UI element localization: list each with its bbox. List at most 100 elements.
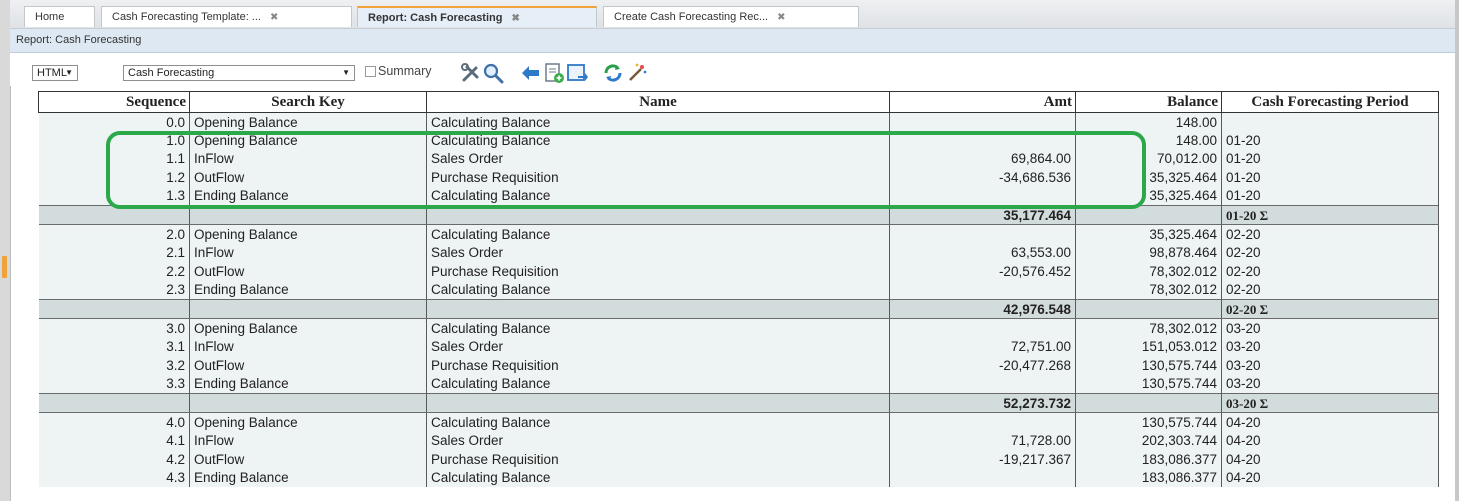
checkbox-box[interactable] bbox=[365, 66, 376, 78]
report-view-select[interactable]: Cash Forecasting ▼ bbox=[123, 65, 355, 81]
refresh-icon[interactable] bbox=[602, 62, 624, 84]
table-cell: 130,575.744 bbox=[1075, 356, 1222, 375]
table-cell: 4.2 bbox=[38, 450, 190, 469]
table-cell: 148.00 bbox=[1075, 112, 1222, 132]
table-cell: Sales Order bbox=[426, 337, 890, 357]
tab-bar: Home Cash Forecasting Template: ... ✖ Re… bbox=[10, 0, 1455, 29]
table-row[interactable]: 1.3 Ending Balance Calculating Balance 35,3… bbox=[38, 186, 1439, 206]
table-cell: Sales Order bbox=[426, 149, 890, 169]
column-header-balance[interactable]: Balance bbox=[1075, 91, 1222, 113]
back-arrow-icon[interactable] bbox=[520, 62, 542, 84]
table-cell: 1.2 bbox=[38, 168, 190, 187]
table-row[interactable]: 2.2 OutFlow Purchase Requisition -20,576.45… bbox=[38, 262, 1439, 281]
table-cell: 52,273.732 bbox=[889, 392, 1076, 414]
table-cell: -19,217.367 bbox=[889, 450, 1076, 469]
column-header-sequence[interactable]: Sequence bbox=[38, 91, 190, 113]
table-row[interactable]: 0.0 Opening Balance Calculating Balance 148… bbox=[38, 112, 1439, 132]
table-cell: OutFlow bbox=[189, 356, 427, 375]
table-row[interactable]: 4.3 Ending Balance Calculating Balance 183,… bbox=[38, 468, 1439, 487]
search-icon[interactable] bbox=[482, 62, 504, 84]
breadcrumb: Report: Cash Forecasting bbox=[10, 29, 1455, 53]
tab-report-cash-forecasting[interactable]: Report: Cash Forecasting ✖ bbox=[357, 6, 597, 27]
table-cell: OutFlow bbox=[189, 168, 427, 187]
column-header-period[interactable]: Cash Forecasting Period bbox=[1221, 91, 1439, 113]
column-header-search-key[interactable]: Search Key bbox=[189, 91, 427, 113]
column-header-name[interactable]: Name bbox=[426, 91, 890, 113]
chevron-down-icon: ▼ bbox=[65, 68, 73, 77]
customize-icon[interactable] bbox=[460, 62, 482, 84]
table-cell: OutFlow bbox=[189, 450, 427, 469]
table-cell bbox=[889, 412, 1076, 432]
table-cell: Sales Order bbox=[426, 431, 890, 451]
export-icon[interactable] bbox=[543, 62, 565, 84]
table-cell: InFlow bbox=[189, 243, 427, 263]
table-row[interactable]: 3.3 Ending Balance Calculating Balance 130,… bbox=[38, 374, 1439, 394]
table-row[interactable]: 3.2 OutFlow Purchase Requisition -20,477.26… bbox=[38, 356, 1439, 375]
table-cell: 35,325.464 bbox=[1075, 168, 1222, 187]
summary-row[interactable]: 52,273.732 03-20 Σ bbox=[38, 392, 1439, 414]
table-cell bbox=[889, 224, 1076, 244]
table-cell: InFlow bbox=[189, 337, 427, 357]
print-preview-icon[interactable] bbox=[566, 62, 588, 84]
tab-create-cash-forecasting-record[interactable]: Create Cash Forecasting Rec... ✖ bbox=[603, 6, 859, 27]
table-cell: 03-20 bbox=[1221, 374, 1439, 394]
table-cell bbox=[889, 186, 1076, 206]
table-row[interactable]: 2.0 Opening Balance Calculating Balance 35,… bbox=[38, 224, 1439, 244]
table-cell bbox=[889, 318, 1076, 338]
table-cell: 01-20 bbox=[1221, 186, 1439, 206]
table-row[interactable]: 2.3 Ending Balance Calculating Balance 78,3… bbox=[38, 280, 1439, 300]
table-row[interactable]: 3.1 InFlow Sales Order 72,751.00 151,053.012… bbox=[38, 337, 1439, 357]
table-cell: 01-20 bbox=[1221, 131, 1439, 150]
close-icon[interactable]: ✖ bbox=[270, 12, 278, 23]
table-cell: 4.0 bbox=[38, 412, 190, 432]
table-cell: Calculating Balance bbox=[426, 468, 890, 487]
table-cell: 72,751.00 bbox=[889, 337, 1076, 357]
table-row[interactable]: 1.0 Opening Balance Calculating Balance 148… bbox=[38, 131, 1439, 150]
tab-home[interactable]: Home bbox=[24, 6, 95, 27]
table-row[interactable]: 4.0 Opening Balance Calculating Balance 130… bbox=[38, 412, 1439, 432]
collapse-handle[interactable] bbox=[2, 256, 7, 278]
table-row[interactable]: 1.1 InFlow Sales Order 69,864.00 70,012.00 01… bbox=[38, 149, 1439, 169]
table-cell: 01-20 Σ bbox=[1221, 204, 1439, 226]
table-cell: 03-20 Σ bbox=[1221, 392, 1439, 414]
table-cell: 151,053.012 bbox=[1075, 337, 1222, 357]
summary-checkbox[interactable]: Summary bbox=[365, 64, 431, 78]
table-cell: 01-20 bbox=[1221, 168, 1439, 187]
table-cell: 183,086.377 bbox=[1075, 450, 1222, 469]
table-cell: Opening Balance bbox=[189, 318, 427, 338]
format-select[interactable]: HTML ▼ bbox=[32, 65, 78, 81]
table-cell: 78,302.012 bbox=[1075, 280, 1222, 300]
summary-row[interactable]: 35,177.464 01-20 Σ bbox=[38, 204, 1439, 226]
close-icon[interactable]: ✖ bbox=[512, 13, 520, 24]
table-cell: 2.0 bbox=[38, 224, 190, 244]
table-row[interactable]: 4.2 OutFlow Purchase Requisition -19,217.36… bbox=[38, 450, 1439, 469]
table-cell bbox=[38, 204, 190, 226]
table-cell: 35,325.464 bbox=[1075, 224, 1222, 244]
column-header-amt[interactable]: Amt bbox=[889, 91, 1076, 113]
tab-label: Create Cash Forecasting Rec... bbox=[614, 11, 769, 23]
table-row[interactable]: 4.1 InFlow Sales Order 71,728.00 202,303.744… bbox=[38, 431, 1439, 451]
table-cell: 03-20 bbox=[1221, 337, 1439, 357]
table-cell: -34,686.536 bbox=[889, 168, 1076, 187]
table-cell: Sales Order bbox=[426, 243, 890, 263]
report-view-value: Cash Forecasting bbox=[128, 67, 215, 79]
table-cell: 02-20 bbox=[1221, 243, 1439, 263]
tab-cash-forecasting-template[interactable]: Cash Forecasting Template: ... ✖ bbox=[101, 6, 352, 27]
table-row[interactable]: 1.2 OutFlow Purchase Requisition -34,686.53… bbox=[38, 168, 1439, 187]
close-icon[interactable]: ✖ bbox=[777, 12, 785, 23]
table-cell bbox=[426, 204, 890, 226]
table-cell bbox=[38, 298, 190, 320]
table-cell: 02-20 Σ bbox=[1221, 298, 1439, 320]
table-cell bbox=[189, 392, 427, 414]
table-cell: 148.00 bbox=[1075, 131, 1222, 150]
table-cell: Calculating Balance bbox=[426, 280, 890, 300]
table-row[interactable]: 2.1 InFlow Sales Order 63,553.00 98,878.464 0… bbox=[38, 243, 1439, 263]
table-cell bbox=[889, 112, 1076, 132]
summary-label: Summary bbox=[378, 64, 432, 78]
wand-icon[interactable] bbox=[626, 62, 648, 84]
table-cell bbox=[889, 131, 1076, 150]
table-cell: 2.2 bbox=[38, 262, 190, 281]
table-cell: 04-20 bbox=[1221, 450, 1439, 469]
summary-row[interactable]: 42,976.548 02-20 Σ bbox=[38, 298, 1439, 320]
table-row[interactable]: 3.0 Opening Balance Calculating Balance 78,… bbox=[38, 318, 1439, 338]
